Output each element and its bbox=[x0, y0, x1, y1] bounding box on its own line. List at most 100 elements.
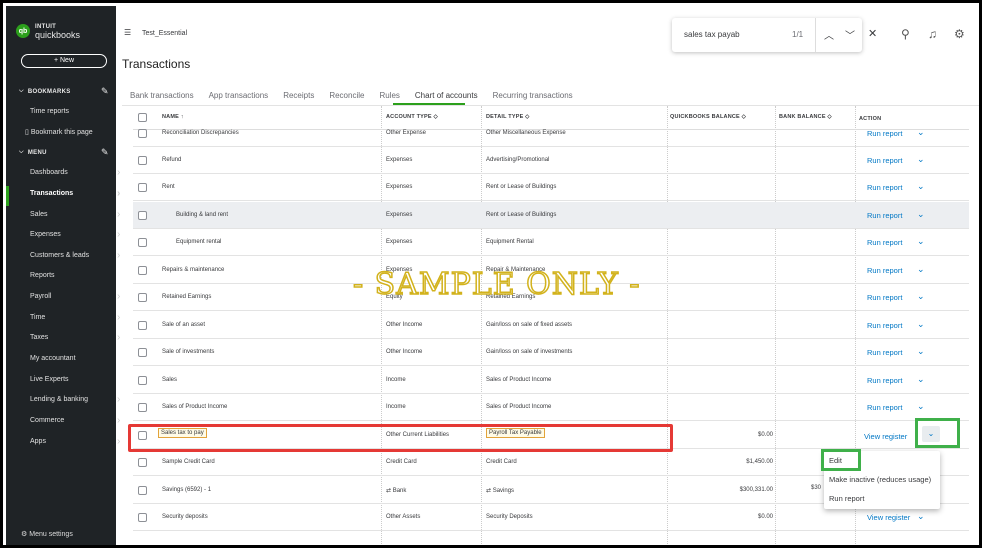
row-checkbox[interactable] bbox=[138, 183, 147, 192]
chevron-down-icon[interactable]: ⌄ bbox=[917, 181, 925, 192]
run-report-link[interactable]: Run report bbox=[867, 321, 902, 330]
sidebar-item-live-experts[interactable]: Live Experts bbox=[30, 376, 130, 383]
detail-type: Rent or Lease of Buildings bbox=[486, 212, 557, 218]
sidebar-item-expenses[interactable]: Expenses › bbox=[30, 229, 130, 240]
run-report-link[interactable]: Run report bbox=[867, 266, 902, 275]
bookmark-icon: ▯ bbox=[25, 129, 29, 136]
row-checkbox[interactable] bbox=[138, 156, 147, 165]
chevron-down-icon[interactable]: ⌄ bbox=[917, 154, 925, 165]
menu-item-run-report[interactable]: Run report bbox=[829, 494, 864, 503]
highlight-green-box-dropdown bbox=[915, 418, 960, 448]
run-report-link[interactable]: Run report bbox=[867, 403, 902, 412]
account-name: Repairs & maintenance bbox=[162, 267, 225, 273]
pencil-icon[interactable]: ✎ bbox=[101, 86, 109, 97]
sidebar-item-payroll[interactable]: Payroll › bbox=[30, 291, 130, 302]
tab-reconcile[interactable]: Reconcile bbox=[329, 91, 364, 100]
account-type: Income bbox=[386, 404, 406, 410]
chevron-down-icon[interactable]: ⌄ bbox=[917, 264, 925, 275]
run-report-link[interactable]: Run report bbox=[867, 156, 902, 165]
tab-rules[interactable]: Rules bbox=[379, 91, 399, 100]
sidebar: qb INTUIT quickbooks + New ⌵ BOOKMARKS ✎… bbox=[6, 6, 120, 545]
chevron-down-icon[interactable]: ⌄ bbox=[917, 511, 925, 522]
detail-type: Gain/loss on sale of investments bbox=[486, 349, 573, 355]
run-report-link[interactable]: Run report bbox=[867, 348, 902, 357]
chevron-down-icon[interactable]: ⌄ bbox=[917, 401, 925, 412]
sidebar-item-lending[interactable]: Lending & banking › bbox=[30, 394, 130, 405]
find-close-icon[interactable]: ✕ bbox=[868, 27, 877, 40]
tab-receipts[interactable]: Receipts bbox=[283, 91, 314, 100]
sidebar-item-time[interactable]: Time › bbox=[30, 312, 130, 323]
row-checkbox[interactable] bbox=[138, 129, 147, 138]
chevron-down-icon[interactable]: ⌄ bbox=[917, 291, 925, 302]
row-checkbox[interactable] bbox=[138, 513, 147, 522]
tab-recurring-transactions[interactable]: Recurring transactions bbox=[493, 91, 573, 100]
tab-chart-of-accounts[interactable]: Chart of accounts bbox=[415, 91, 478, 100]
account-type: Expenses bbox=[386, 184, 413, 190]
chevron-down-icon[interactable]: ⌄ bbox=[917, 319, 925, 330]
chevron-right-icon: › bbox=[117, 332, 121, 343]
row-checkbox[interactable] bbox=[138, 458, 147, 467]
sidebar-item-time-reports[interactable]: Time reports bbox=[30, 108, 130, 115]
row-checkbox[interactable] bbox=[138, 376, 147, 385]
bookmarks-section[interactable]: ⌵ BOOKMARKS ✎ bbox=[19, 86, 109, 96]
find-next-icon[interactable]: ﹀ bbox=[845, 27, 855, 42]
search-icon[interactable]: ⚲ bbox=[901, 27, 910, 41]
chevron-down-icon: ⌵ bbox=[19, 88, 24, 94]
row-checkbox[interactable] bbox=[138, 211, 147, 220]
run-report-link[interactable]: Run report bbox=[867, 211, 902, 220]
tab-bank-transactions[interactable]: Bank transactions bbox=[130, 91, 194, 100]
pencil-icon[interactable]: ✎ bbox=[101, 147, 109, 158]
chevron-down-icon[interactable]: ⌄ bbox=[917, 127, 925, 138]
bookmarks-label: BOOKMARKS bbox=[27, 88, 71, 95]
row-checkbox[interactable] bbox=[138, 266, 147, 275]
sidebar-item-sales[interactable]: Sales › bbox=[30, 209, 130, 220]
new-button[interactable]: + New bbox=[21, 54, 107, 68]
run-report-link[interactable]: Run report bbox=[867, 293, 902, 302]
row-checkbox[interactable] bbox=[138, 238, 147, 247]
sidebar-item-customers[interactable]: Customers & leads › bbox=[30, 250, 130, 261]
chevron-right-icon: › bbox=[117, 394, 121, 405]
sidebar-item-apps[interactable]: Apps › bbox=[30, 436, 130, 447]
menu-settings-link[interactable]: ⚙ Menu settings bbox=[21, 530, 73, 538]
account-name: Rent bbox=[162, 184, 175, 190]
view-register-link[interactable]: View register bbox=[864, 432, 907, 441]
chevron-down-icon[interactable]: ⌄ bbox=[917, 236, 925, 247]
row-checkbox[interactable] bbox=[138, 403, 147, 412]
find-previous-icon[interactable]: ︿ bbox=[824, 27, 834, 42]
bank-icon: ⇄ bbox=[386, 488, 392, 494]
sidebar-item-commerce[interactable]: Commerce › bbox=[30, 415, 130, 426]
company-name[interactable]: Test_Essential bbox=[142, 30, 187, 37]
chevron-down-icon[interactable]: ⌄ bbox=[917, 346, 925, 357]
sidebar-item-my-accountant[interactable]: My accountant bbox=[30, 355, 130, 362]
row-checkbox[interactable] bbox=[138, 321, 147, 330]
tab-app-transactions[interactable]: App transactions bbox=[209, 91, 269, 100]
find-input[interactable]: sales tax payab bbox=[684, 30, 740, 39]
run-report-link[interactable]: Run report bbox=[867, 238, 902, 247]
table-row: Building & land rent Expenses Rent or Le… bbox=[133, 202, 969, 229]
bell-icon[interactable]: ♫ bbox=[928, 27, 937, 41]
gear-icon[interactable]: ⚙ bbox=[954, 27, 965, 41]
view-register-link[interactable]: View register bbox=[867, 513, 910, 522]
chevron-right-icon: › bbox=[117, 436, 121, 447]
menu-item-make-inactive[interactable]: Make inactive (reduces usage) bbox=[829, 475, 931, 484]
row-checkbox[interactable] bbox=[138, 348, 147, 357]
row-checkbox[interactable] bbox=[138, 486, 147, 495]
run-report-link[interactable]: Run report bbox=[867, 376, 902, 385]
chevron-down-icon[interactable]: ⌄ bbox=[917, 374, 925, 385]
menu-toggle-icon[interactable]: ☰ bbox=[124, 28, 131, 37]
logo-line2: quickbooks bbox=[35, 30, 81, 40]
sidebar-item-taxes[interactable]: Taxes › bbox=[30, 332, 130, 343]
sidebar-item-transactions[interactable]: Transactions › bbox=[30, 188, 130, 199]
sidebar-item-dashboards[interactable]: Dashboards › bbox=[30, 167, 130, 178]
run-report-link[interactable]: Run report bbox=[867, 129, 902, 138]
active-indicator bbox=[6, 186, 9, 206]
chevron-down-icon[interactable]: ⌄ bbox=[917, 209, 925, 220]
quickbooks-logo[interactable]: qb INTUIT quickbooks bbox=[16, 23, 81, 40]
menu-section[interactable]: ⌵ MENU ✎ bbox=[19, 147, 109, 157]
sidebar-item-bookmark-page[interactable]: ▯ Bookmark this page bbox=[25, 128, 125, 136]
find-count: 1/1 bbox=[792, 30, 804, 39]
run-report-link[interactable]: Run report bbox=[867, 183, 902, 192]
account-name: Sample Credit Card bbox=[162, 459, 215, 465]
sidebar-item-reports[interactable]: Reports bbox=[30, 272, 130, 279]
row-checkbox[interactable] bbox=[138, 293, 147, 302]
